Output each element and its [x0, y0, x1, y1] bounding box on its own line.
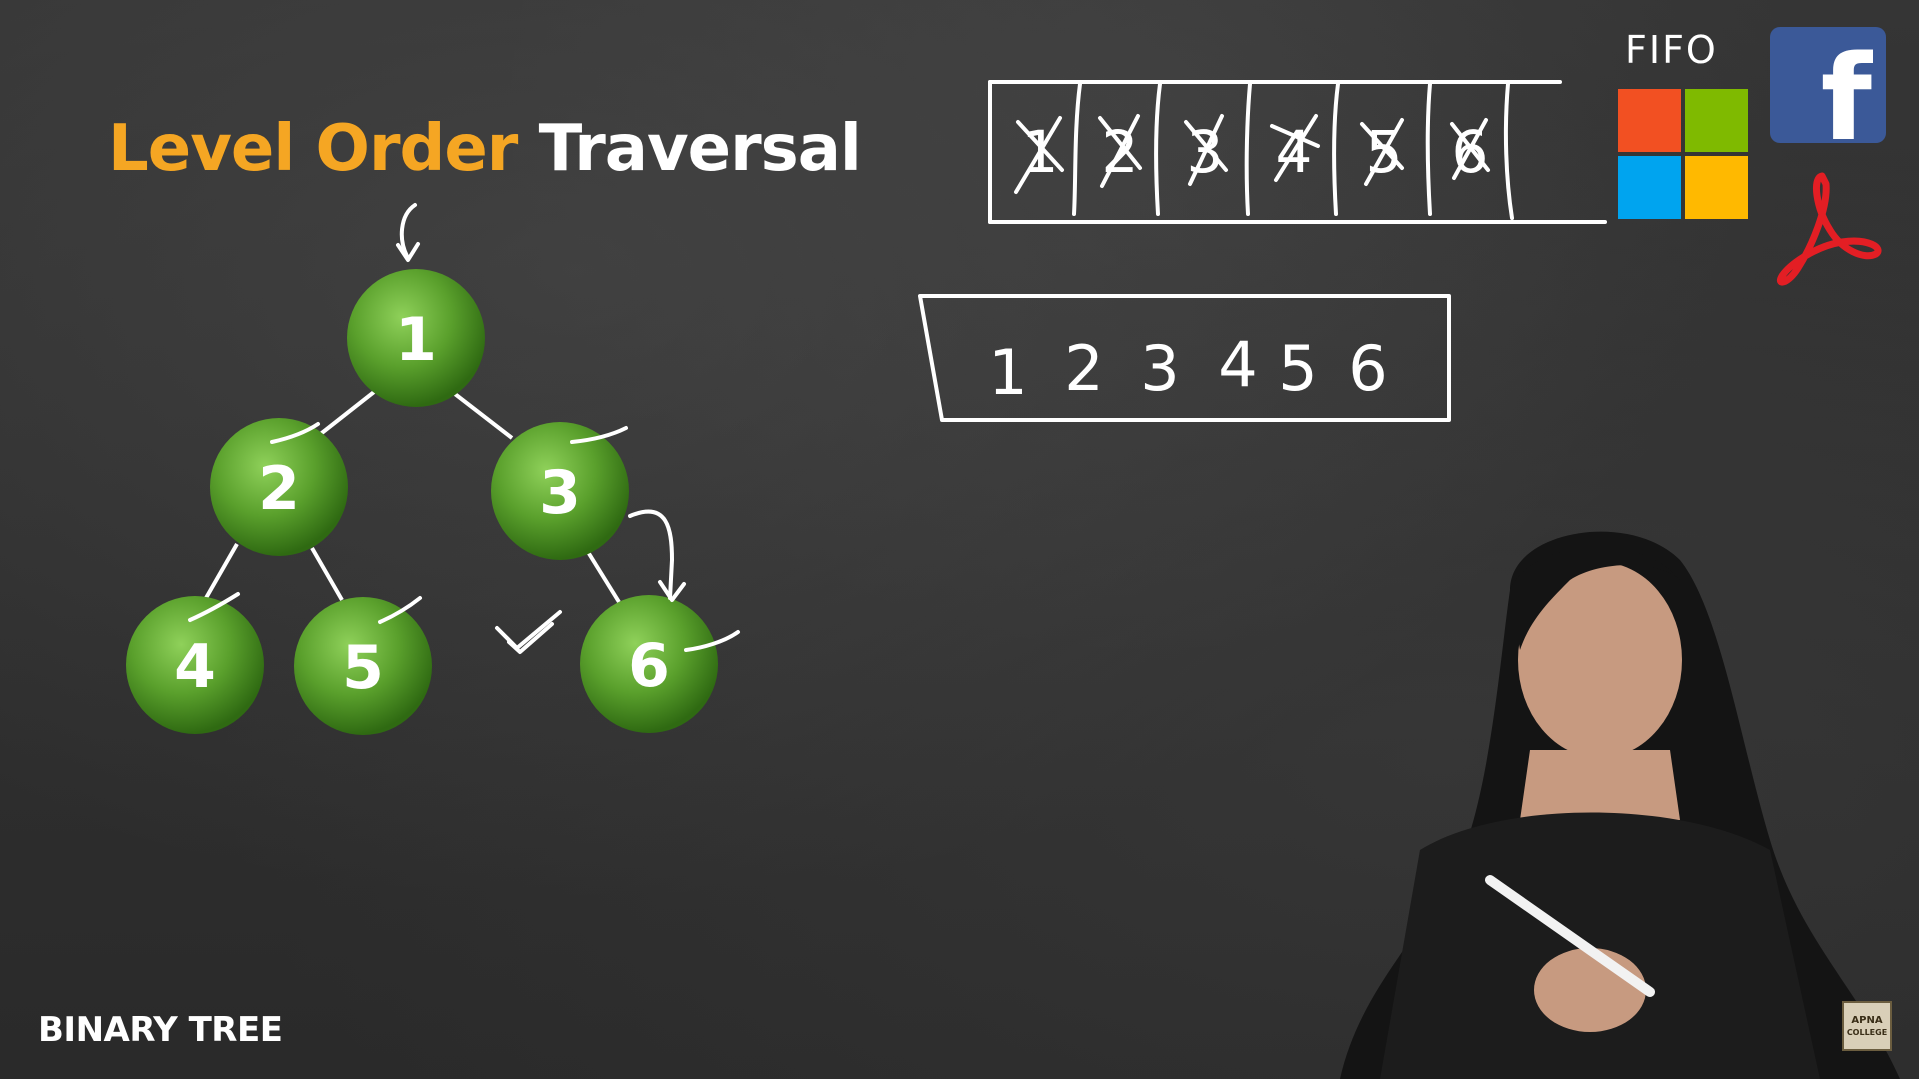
output-value-1: 1	[988, 336, 1027, 409]
facebook-logo: f	[1770, 27, 1886, 143]
node-label: 1	[395, 305, 437, 375]
queue-diagram: 1 2 3 4 5 6	[988, 80, 1607, 224]
node-label: 4	[174, 632, 216, 702]
output-value-5: 5	[1278, 332, 1317, 405]
ms-red-square	[1618, 89, 1681, 152]
node-label: 5	[342, 633, 384, 703]
tree-edge	[453, 392, 514, 440]
output-value-4: 4	[1218, 328, 1257, 401]
output-value-6: 6	[1348, 332, 1387, 405]
tree-edge	[586, 550, 621, 604]
ms-blue-square	[1618, 156, 1681, 219]
tree-edge	[310, 547, 344, 601]
node-label: 3	[539, 458, 581, 528]
watermark-line-1: APNA	[1851, 1015, 1883, 1026]
output-box: 1 2 3 4 5 6	[918, 294, 1451, 422]
tree-edge	[316, 390, 376, 438]
presenter-figure	[1340, 531, 1900, 1079]
fifo-label: FIFO	[1625, 28, 1718, 72]
watermark-line-2: COLLEGE	[1846, 1028, 1888, 1037]
tree-node-3: 3	[491, 422, 629, 560]
ms-yellow-square	[1685, 156, 1748, 219]
ms-green-square	[1685, 89, 1748, 152]
apna-college-watermark: APNA COLLEGE	[1842, 1001, 1892, 1051]
node-label: 2	[258, 454, 300, 524]
section-label: BINARY TREE	[38, 1010, 283, 1050]
tree-node-5: 5	[294, 597, 432, 735]
node-label: 6	[628, 631, 670, 701]
tree-edge	[204, 543, 239, 599]
facebook-f-glyph: f	[1820, 29, 1872, 143]
output-value-2: 2	[1064, 332, 1103, 405]
tree-node-6: 6	[580, 595, 718, 733]
tree-node-1: 1	[347, 269, 485, 407]
output-value-3: 3	[1140, 332, 1179, 405]
acrobat-logo	[1777, 172, 1882, 286]
microsoft-logo	[1618, 89, 1748, 219]
curve-arrow	[628, 509, 674, 600]
